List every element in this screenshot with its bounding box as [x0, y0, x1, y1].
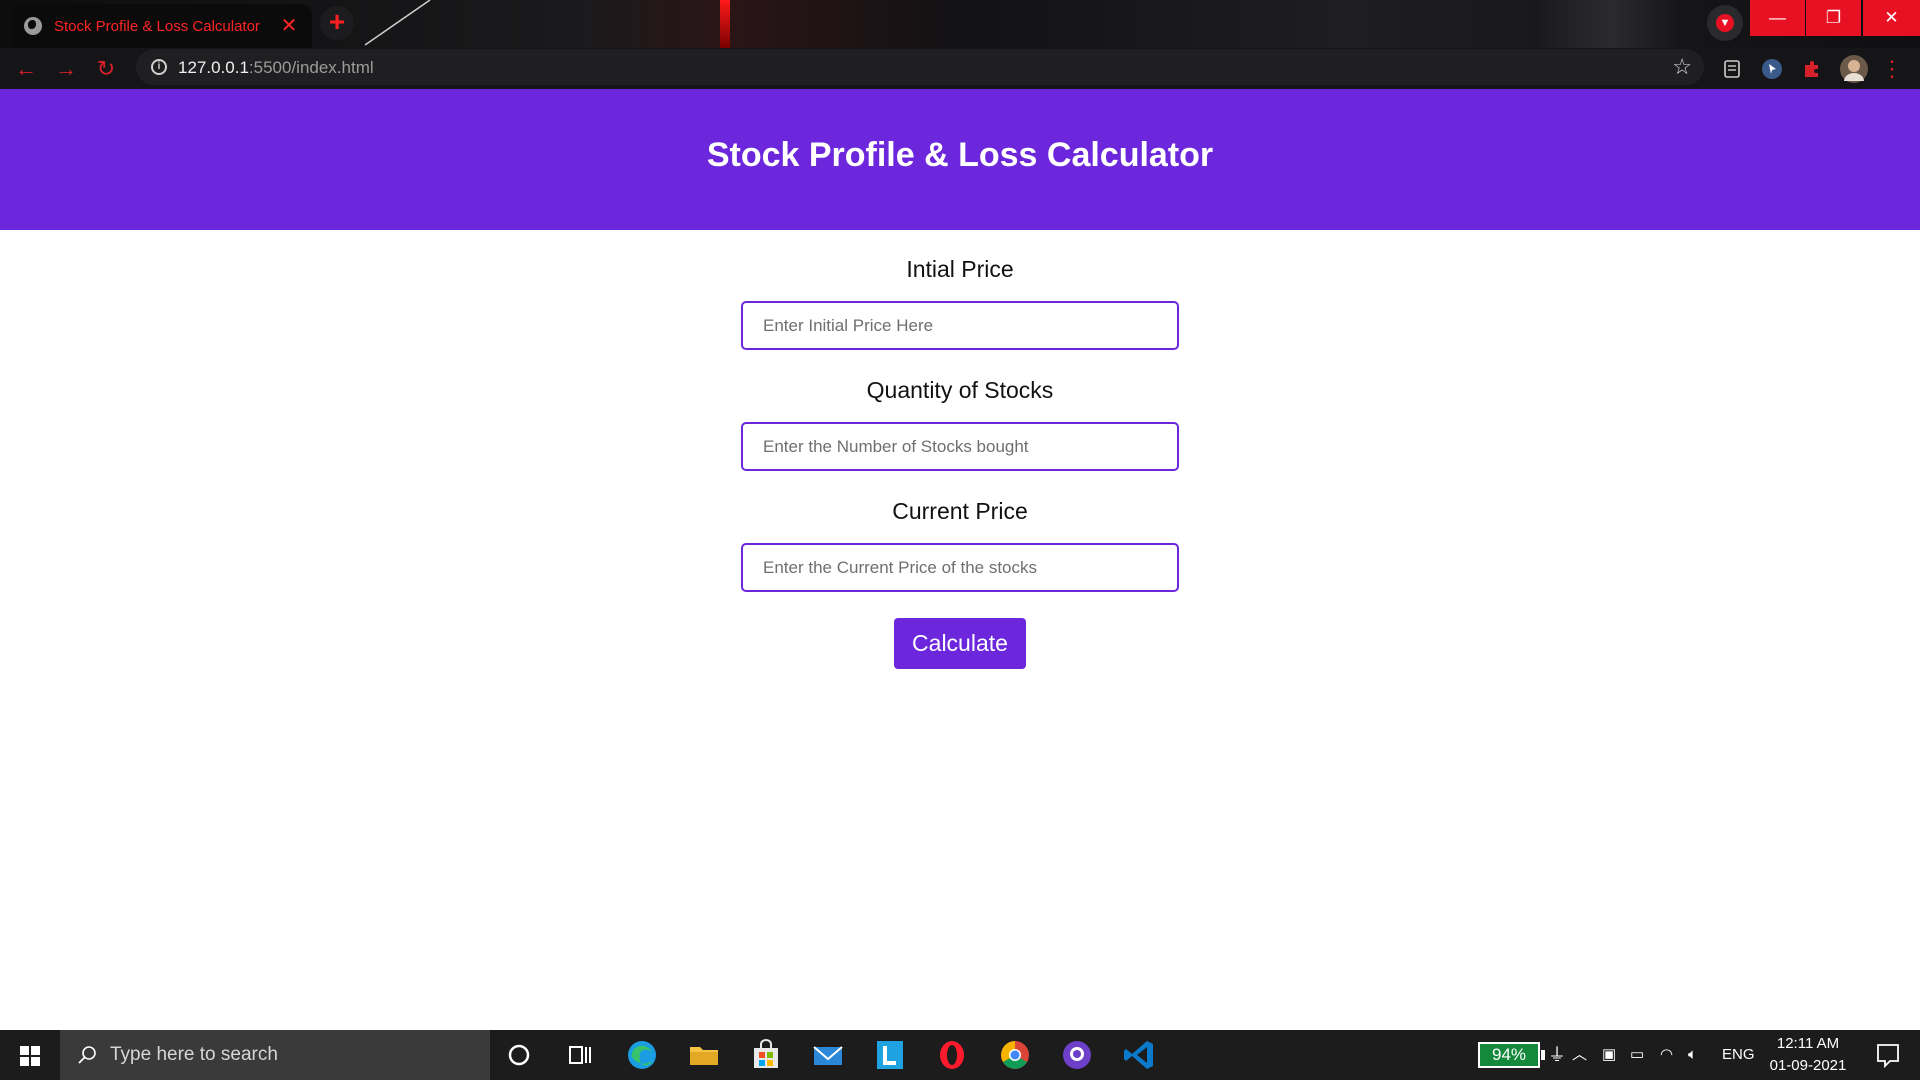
cursor-extension-icon[interactable] [1761, 58, 1783, 80]
wallpaper-streak [1540, 0, 1680, 48]
new-tab-button[interactable]: + [320, 6, 354, 40]
l-app-icon[interactable] [870, 1035, 910, 1075]
tab-title: Stock Profile & Loss Calculator [54, 17, 260, 35]
notifications-icon[interactable] [1868, 1035, 1908, 1075]
battery-indicator[interactable]: 94% [1478, 1042, 1545, 1068]
vscode-icon[interactable] [1119, 1035, 1159, 1075]
page-header: Stock Profile & Loss Calculator [0, 89, 1920, 230]
store-icon[interactable] [746, 1035, 786, 1075]
profile-avatar[interactable] [1839, 54, 1869, 84]
opera-icon[interactable] [932, 1035, 972, 1075]
windows-logo-pane [31, 1046, 40, 1055]
forward-icon[interactable]: → [50, 54, 82, 84]
extension-badge-icon[interactable]: ▼ [1707, 5, 1743, 41]
url-text[interactable]: 127.0.0.1:5500/index.html [178, 58, 374, 78]
meet-now-icon[interactable]: ▣ [1602, 1030, 1616, 1080]
browser-toolbar: ← → ↻ i 127.0.0.1:5500/index.html ☆ ⋮ [0, 48, 1920, 137]
windows-logo-pane [31, 1057, 40, 1066]
github-desktop-icon[interactable] [1057, 1035, 1097, 1075]
start-button[interactable] [0, 1030, 60, 1080]
current-price-label: Current Price [892, 498, 1028, 524]
extensions-puzzle-icon[interactable] [1801, 58, 1823, 80]
bookmark-star-icon[interactable]: ☆ [1672, 54, 1692, 80]
reading-list-icon[interactable] [1722, 58, 1744, 80]
clock-time: 12:11 AM [1776, 1035, 1840, 1052]
windows-logo-icon [20, 1046, 29, 1055]
close-tab-icon[interactable]: ✕ [278, 15, 300, 37]
windows-logo-pane [20, 1057, 29, 1066]
initial-price-input[interactable] [741, 301, 1179, 350]
mail-icon[interactable] [808, 1035, 848, 1075]
battery-tray-icon[interactable]: ▭ [1630, 1030, 1644, 1080]
globe-icon [24, 17, 42, 35]
search-icon [78, 1046, 96, 1064]
minimize-button[interactable]: — [1750, 0, 1805, 36]
reload-icon[interactable]: ↻ [90, 54, 122, 84]
plug-icon: ⏚ [1548, 1045, 1566, 1065]
language-indicator[interactable]: ENG [1722, 1030, 1755, 1080]
info-icon[interactable]: i [151, 59, 167, 75]
chevron-up-icon[interactable]: ︿ [1572, 1030, 1587, 1080]
clock-date: 01-09-2021 [1769, 1057, 1847, 1074]
search-placeholder: Type here to search [110, 1044, 278, 1065]
chrome-icon[interactable] [995, 1035, 1035, 1075]
quantity-label: Quantity of Stocks [866, 377, 1054, 403]
initial-price-label: Intial Price [906, 256, 1014, 282]
wallpaper-line [364, 0, 431, 46]
restore-button[interactable]: ❐ [1806, 0, 1861, 36]
calculate-button[interactable]: Calculate [894, 618, 1026, 669]
quantity-input[interactable] [741, 422, 1179, 471]
taskbar-clock[interactable]: 12:11 AM 01-09-2021 [1760, 1033, 1856, 1077]
windows-taskbar: Type here to search 94% ⏚ ︿ ▣ ▭ ◠ � [0, 1030, 1920, 1080]
url-path: :5500/index.html [248, 58, 374, 77]
current-price-input[interactable] [741, 543, 1179, 592]
browser-tab[interactable]: Stock Profile & Loss Calculator ✕ [12, 4, 312, 48]
wallpaper-streak [720, 0, 730, 48]
download-arrow-icon: ▼ [1716, 14, 1734, 32]
back-icon[interactable]: ← [10, 54, 42, 84]
edge-icon[interactable] [622, 1035, 662, 1075]
wifi-icon[interactable]: ◠ [1660, 1030, 1673, 1080]
file-explorer-icon[interactable] [684, 1035, 724, 1075]
address-bar[interactable]: i 127.0.0.1:5500/index.html ☆ [136, 49, 1704, 85]
close-window-button[interactable]: ✕ [1863, 0, 1920, 36]
page-title: Stock Profile & Loss Calculator [706, 136, 1214, 174]
cortana-icon[interactable] [499, 1035, 539, 1075]
menu-kebab-icon[interactable]: ⋮ [1878, 54, 1906, 84]
taskbar-search[interactable]: Type here to search [60, 1030, 490, 1080]
url-host: 127.0.0.1 [178, 58, 249, 77]
browser-tab-bar: Stock Profile & Loss Calculator ✕ + ▼ — … [0, 0, 1920, 48]
task-view-icon[interactable] [560, 1035, 600, 1075]
volume-icon[interactable]: 🔈︎ [1688, 1030, 1697, 1080]
